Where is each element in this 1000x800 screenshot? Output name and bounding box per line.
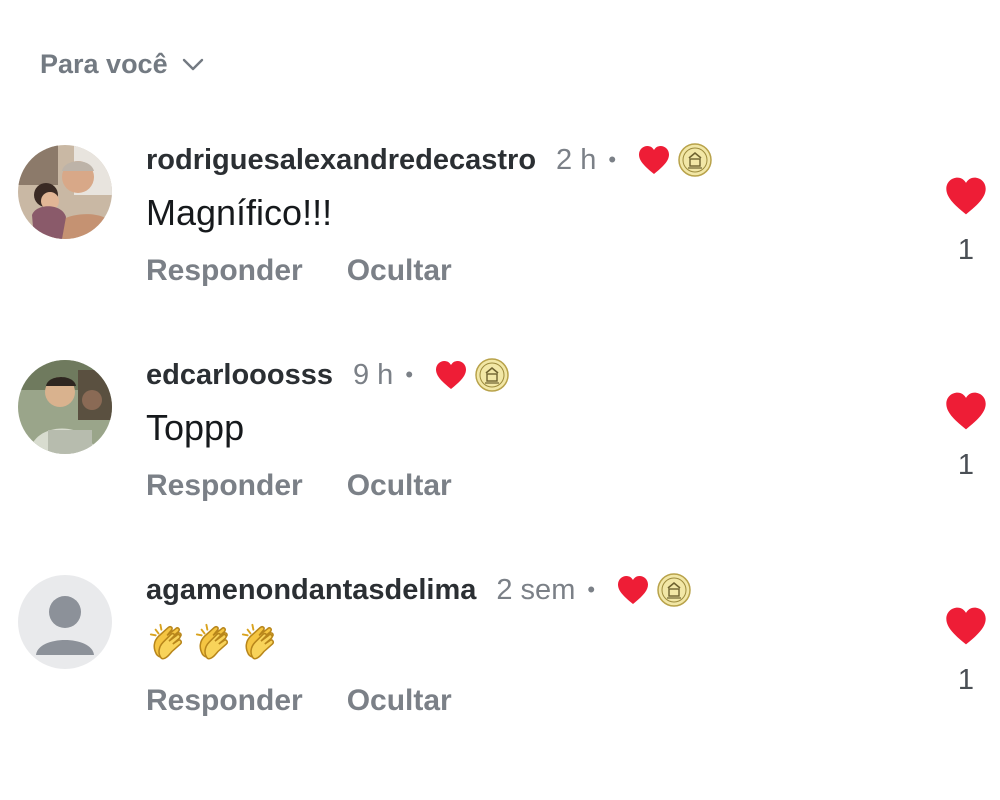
sort-dropdown[interactable]: Para você xyxy=(40,44,206,84)
comment-actions: Responder Ocultar xyxy=(146,469,452,503)
clapping-hands-icon xyxy=(194,622,236,664)
heart-icon xyxy=(945,606,987,646)
clapping-hands-icon xyxy=(148,622,190,664)
timestamp: 2 h xyxy=(556,143,597,176)
heart-icon xyxy=(617,575,649,605)
heart-icon xyxy=(945,176,987,216)
hide-button[interactable]: Ocultar xyxy=(347,684,452,718)
comment-meta: edcarlooosss 9 h • xyxy=(146,355,509,395)
chevron-down-icon xyxy=(180,51,206,77)
username[interactable]: rodriguesalexandredecastro xyxy=(146,144,536,177)
username[interactable]: edcarlooosss xyxy=(146,359,333,392)
comment-meta: rodriguesalexandredecastro 2 h • xyxy=(146,140,712,180)
timestamp: 2 sem xyxy=(496,573,576,606)
avatar[interactable] xyxy=(18,575,112,669)
comments-panel: Para você rodriguesalexandredecastro 2 h… xyxy=(0,0,1000,800)
separator-dot: • xyxy=(587,577,596,602)
comment-actions: Responder Ocultar xyxy=(146,254,452,288)
avatar[interactable] xyxy=(18,360,112,454)
avatar[interactable] xyxy=(18,145,112,239)
heart-icon xyxy=(945,391,987,431)
username[interactable]: agamenondantasdelima xyxy=(146,574,476,607)
comment-text: Magnífico!!! xyxy=(146,192,333,233)
like-count: 1 xyxy=(957,664,975,696)
like-count: 1 xyxy=(957,234,975,266)
creator-badge-icon xyxy=(678,143,712,177)
like-count: 1 xyxy=(957,449,975,481)
sort-label: Para você xyxy=(40,48,168,79)
creator-badge-icon xyxy=(475,358,509,392)
comment-item: rodriguesalexandredecastro 2 h • Magnífi… xyxy=(0,140,1000,330)
separator-dot: • xyxy=(405,362,414,387)
comment-item: edcarlooosss 9 h • Toppp Responder Ocult… xyxy=(0,355,1000,545)
hide-button[interactable]: Ocultar xyxy=(347,469,452,503)
hide-button[interactable]: Ocultar xyxy=(347,254,452,288)
separator-dot: • xyxy=(608,147,617,172)
timestamp: 9 h xyxy=(352,358,394,391)
reply-button[interactable]: Responder xyxy=(146,684,303,718)
reply-button[interactable]: Responder xyxy=(146,469,303,503)
creator-badge-icon xyxy=(657,573,691,607)
heart-icon xyxy=(435,360,467,390)
heart-icon xyxy=(638,145,670,175)
like-button[interactable]: 1 xyxy=(944,391,988,501)
comment-meta: agamenondantasdelima 2 sem • xyxy=(146,570,691,610)
comment-item: agamenondantasdelima 2 sem • Responder O… xyxy=(0,570,1000,760)
comment-actions: Responder Ocultar xyxy=(146,684,452,718)
like-button[interactable]: 1 xyxy=(944,176,988,286)
reply-button[interactable]: Responder xyxy=(146,254,303,288)
comment-text: Toppp xyxy=(146,407,245,448)
comment-text xyxy=(148,622,282,664)
clapping-hands-icon xyxy=(240,622,282,664)
like-button[interactable]: 1 xyxy=(944,606,988,716)
